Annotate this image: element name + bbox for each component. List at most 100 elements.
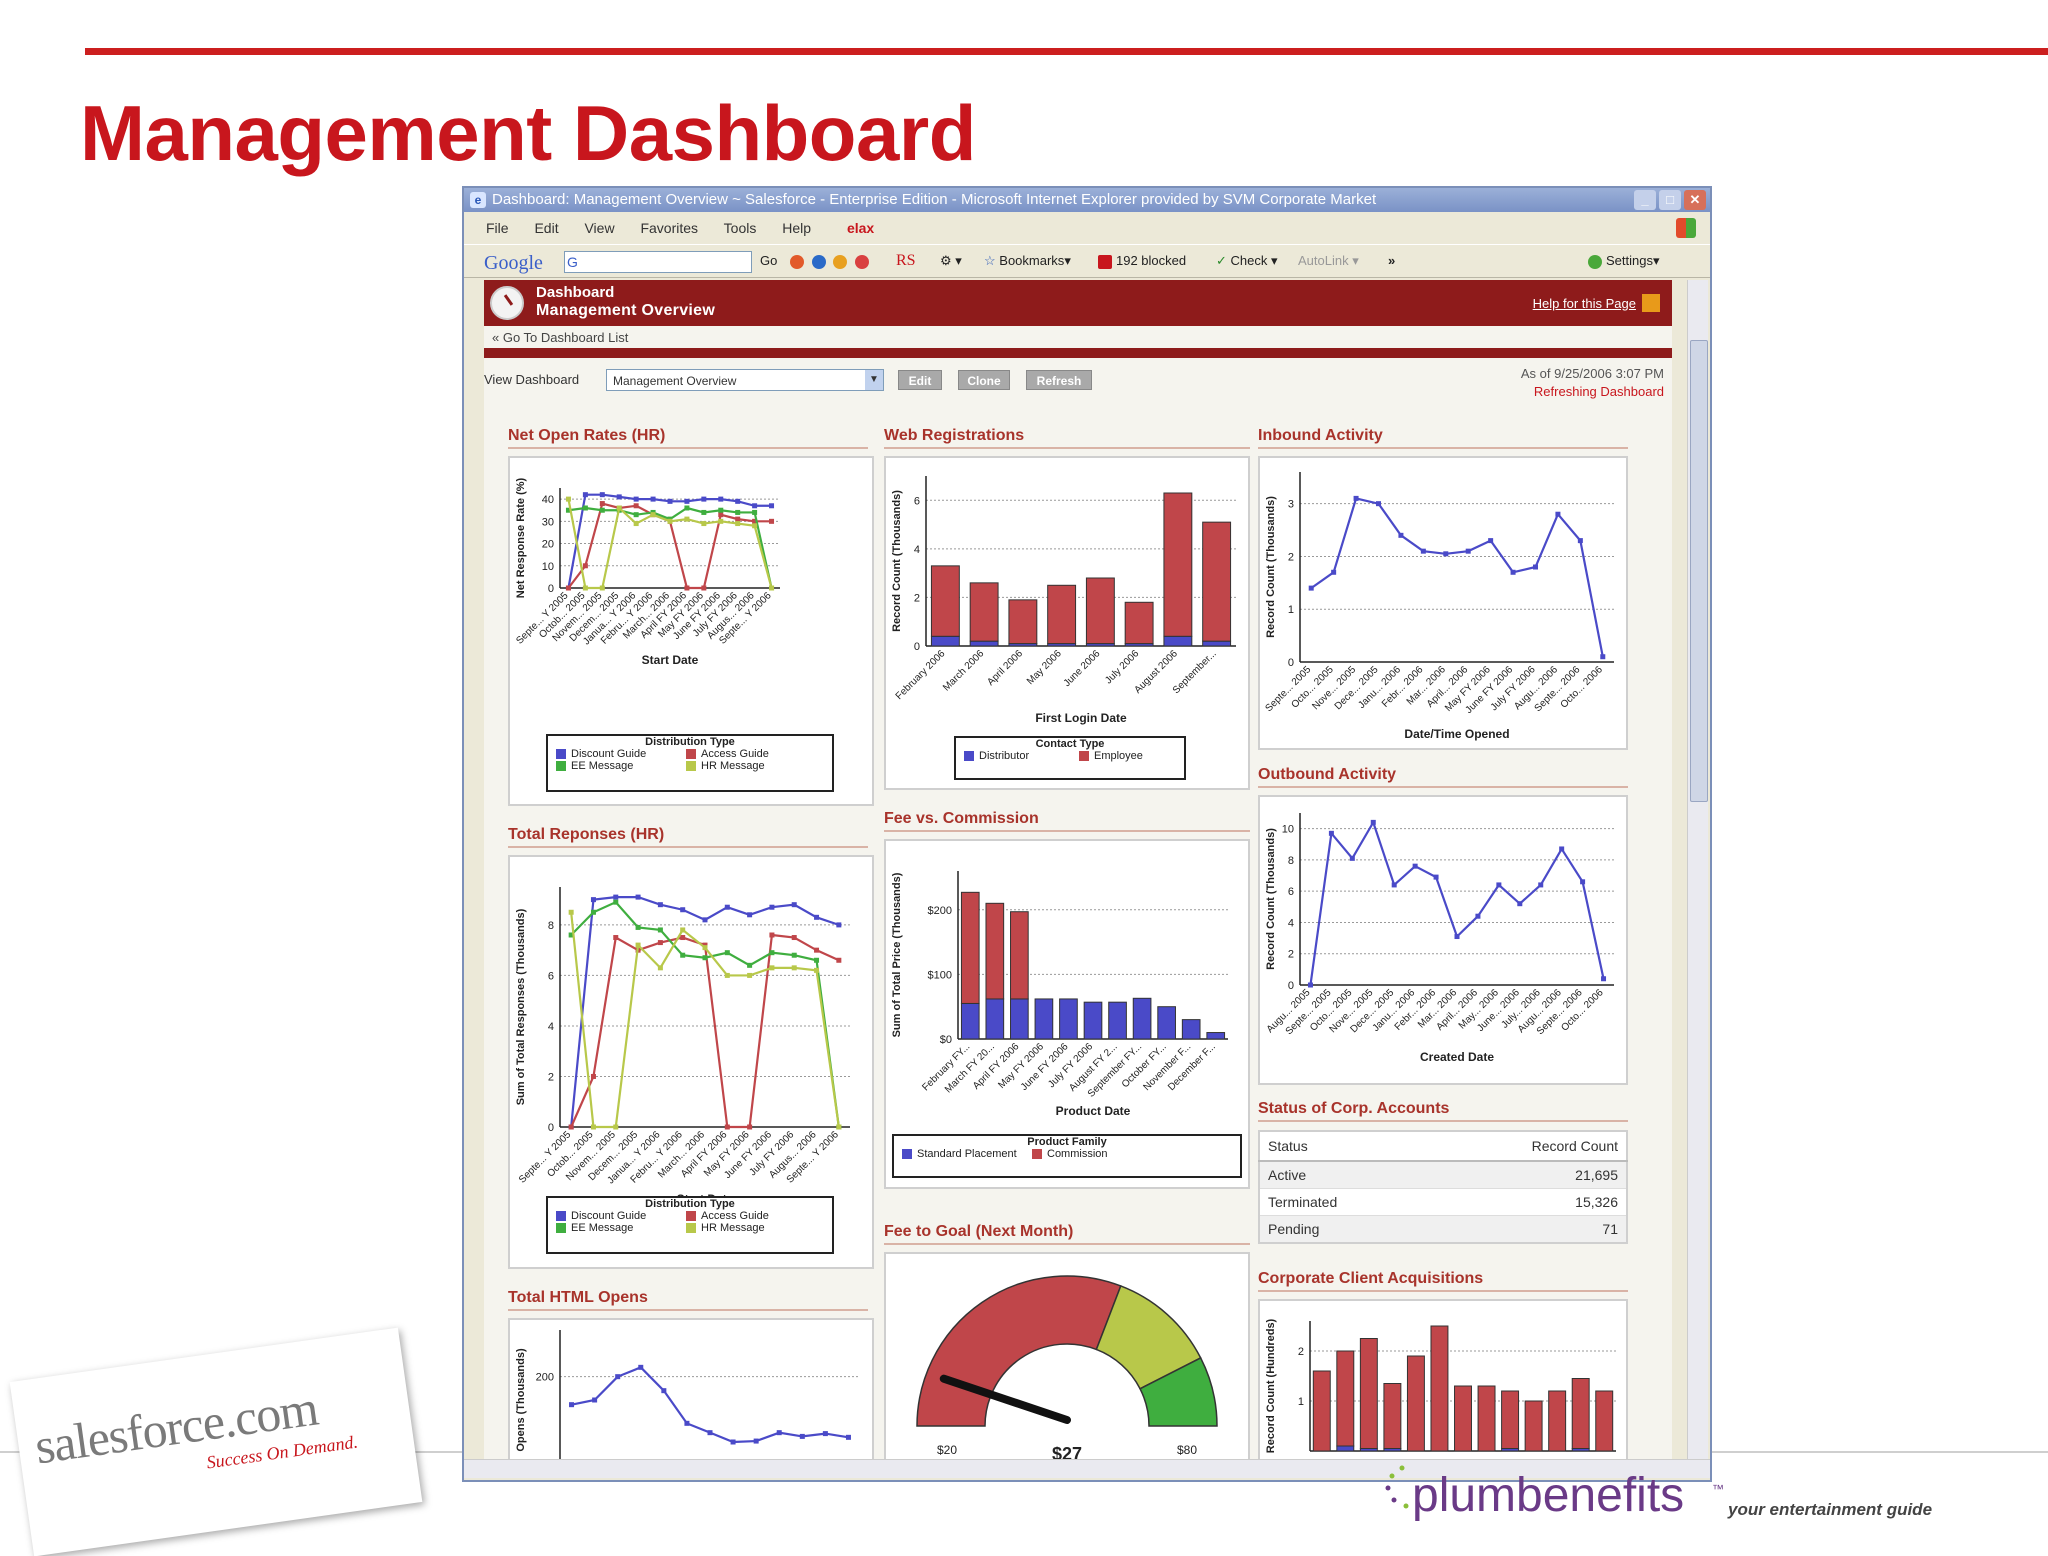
- menu-edit[interactable]: Edit: [534, 220, 558, 236]
- data-point: [747, 962, 753, 968]
- settings-button[interactable]: Settings▾: [1588, 245, 1660, 277]
- data-point: [791, 952, 797, 958]
- data-point: [599, 501, 605, 507]
- data-point: [1510, 569, 1516, 575]
- data-point: [565, 496, 571, 502]
- legend-swatch: [964, 751, 974, 761]
- google-search-input[interactable]: G: [564, 251, 752, 273]
- chart-svg: Opens (Thousands) 200: [515, 1330, 860, 1465]
- data-point: [613, 1124, 619, 1130]
- data-point: [747, 972, 753, 978]
- news-icon[interactable]: [833, 254, 848, 269]
- y-axis-label: Record Count (Thousands): [1265, 496, 1277, 638]
- data-point: [582, 563, 588, 569]
- data-point: [1376, 501, 1381, 507]
- maximize-button[interactable]: □: [1659, 190, 1681, 210]
- menu-help[interactable]: Help: [782, 220, 811, 236]
- chart-inbound-activity: Record Count (Thousands) 0 1 2 3 Septe... 200…: [1258, 456, 1628, 750]
- y-tick-label: 2: [1298, 1346, 1304, 1358]
- y-axis-label: Record Count (Thousands): [891, 490, 903, 632]
- bar: [960, 1002, 980, 1040]
- y-axis-label: Record Count (Hundreds): [1265, 1318, 1277, 1453]
- rs-button[interactable]: RS: [896, 245, 916, 277]
- data-point: [1488, 538, 1494, 544]
- vertical-scrollbar[interactable]: [1687, 280, 1708, 1465]
- globe-icon[interactable]: [811, 254, 826, 269]
- column-header-status: Status: [1259, 1131, 1427, 1162]
- bar: [985, 902, 1005, 1000]
- data-point: [1328, 830, 1334, 836]
- x-tick-label: February 2006: [894, 648, 948, 702]
- page-icon[interactable]: [854, 254, 869, 269]
- data-point: [616, 505, 622, 511]
- data-point: [684, 498, 690, 504]
- popup-blocker-button[interactable]: 192 blocked: [1098, 245, 1186, 277]
- data-point: [724, 950, 730, 956]
- edit-button[interactable]: Edit: [898, 370, 942, 390]
- data-point: [657, 927, 663, 933]
- legend-row: Discount Guide Access Guide: [548, 1210, 832, 1222]
- menu-elax[interactable]: elax: [847, 220, 874, 236]
- highlight-icon[interactable]: ⚙ ▾: [940, 245, 962, 277]
- google-toolbar: Google G Go RS ⚙ ▾ ☆ Bookmarks▾ 192 bloc…: [464, 244, 1710, 278]
- data-point: [836, 1124, 842, 1130]
- panel-title-inbound-activity: Inbound Activity: [1258, 427, 1628, 449]
- data-point: [701, 585, 707, 591]
- bookmarks-button[interactable]: ☆ Bookmarks▾: [984, 245, 1071, 277]
- menu-favorites[interactable]: Favorites: [640, 220, 698, 236]
- y-tick-label: 10: [542, 561, 554, 573]
- x-axis-label: Created Date: [1420, 1050, 1494, 1064]
- data-point: [836, 922, 842, 928]
- status-table: Status Record Count Active 21,695 Termin…: [1258, 1130, 1628, 1244]
- spellcheck-button[interactable]: ✓ Check ▾: [1216, 245, 1278, 277]
- y-tick-label: 3: [1288, 499, 1294, 511]
- panel-title-corporate-client: Corporate Client Acquisitions: [1258, 1270, 1628, 1292]
- bar: [1034, 998, 1054, 1040]
- legend-label: Discount Guide: [571, 748, 647, 760]
- popup-icon[interactable]: [790, 254, 804, 269]
- data-point: [752, 503, 758, 509]
- panel-title-total-html-opens: Total HTML Opens: [508, 1289, 868, 1311]
- chevron-down-icon[interactable]: ▼: [865, 370, 883, 390]
- data-point: [613, 894, 619, 900]
- view-dashboard-select[interactable]: Management Overview ▼: [606, 369, 884, 391]
- data-point: [791, 902, 797, 908]
- series-line: [567, 493, 772, 589]
- bar: [969, 640, 999, 647]
- minimize-button[interactable]: _: [1634, 190, 1656, 210]
- scroll-thumb[interactable]: [1690, 340, 1708, 802]
- legend-swatch: [556, 761, 566, 771]
- refresh-button[interactable]: Refresh: [1026, 370, 1092, 390]
- data-point: [1307, 982, 1313, 988]
- legend-label: HR Message: [701, 760, 765, 772]
- y-tick-label: 4: [1288, 917, 1294, 929]
- x-tick-label: July 2006: [1103, 648, 1141, 686]
- more-button[interactable]: »: [1388, 245, 1395, 277]
- chart-svg: Record Count (Thousands)0123Septe... 200…: [1263, 472, 1614, 741]
- data-point: [822, 1431, 828, 1437]
- data-point: [718, 496, 724, 502]
- clone-button[interactable]: Clone: [958, 370, 1010, 390]
- data-point: [799, 1433, 805, 1439]
- menu-tools[interactable]: Tools: [724, 220, 757, 236]
- menu-view[interactable]: View: [584, 220, 614, 236]
- legend-item: Access Guide: [686, 748, 806, 760]
- back-to-dashboard-list-link[interactable]: « Go To Dashboard List: [492, 330, 628, 345]
- data-point: [1601, 976, 1607, 982]
- status-cell: Active: [1259, 1161, 1427, 1189]
- y-tick-label: 6: [548, 970, 554, 982]
- legend-swatch: [1079, 751, 1089, 761]
- data-point: [1538, 882, 1544, 888]
- legend-item: HR Message: [686, 760, 806, 772]
- legend-title: Product Family: [1027, 1136, 1107, 1148]
- autolink-button[interactable]: AutoLink ▾: [1298, 245, 1359, 277]
- help-link[interactable]: Help for this Page: [1533, 296, 1636, 311]
- close-button[interactable]: ✕: [1684, 190, 1706, 210]
- bar: [1202, 640, 1232, 647]
- y-tick-label: 1: [1288, 604, 1294, 616]
- menu-file[interactable]: File: [486, 220, 509, 236]
- x-tick-label: June 2006: [1062, 648, 1103, 689]
- go-button[interactable]: Go: [760, 245, 777, 277]
- bar: [930, 565, 960, 637]
- help-icon[interactable]: [1642, 294, 1660, 312]
